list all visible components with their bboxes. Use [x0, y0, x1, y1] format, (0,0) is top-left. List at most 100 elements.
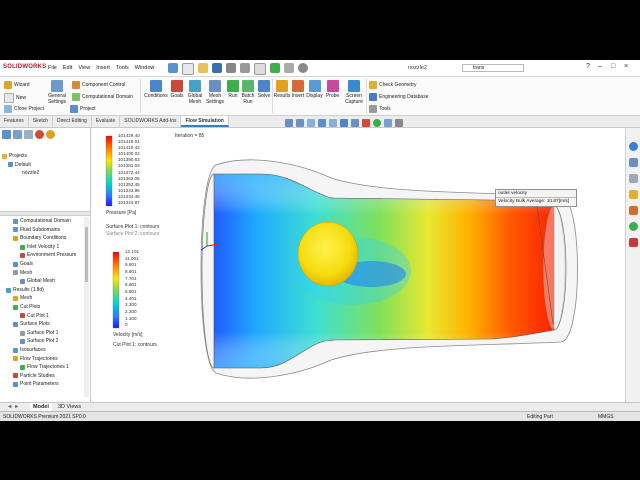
tree-item[interactable]: Point Parameters [2, 380, 76, 389]
options-gear-icon[interactable] [298, 63, 308, 73]
tab-features[interactable]: Features [0, 116, 29, 127]
file-properties-icon[interactable] [284, 63, 294, 73]
display-button[interactable]: Display [306, 80, 323, 99]
tree-item-default[interactable]: Default [2, 161, 39, 170]
scroll-arrows-icon[interactable]: ◄ ► [4, 403, 22, 411]
new-project-button[interactable]: New [4, 93, 26, 103]
tree-item[interactable]: Flow Trajectories [2, 355, 76, 364]
tree-item[interactable]: Surface Plot 2 [2, 337, 76, 346]
tools-button[interactable]: Tools [369, 105, 391, 113]
insert-button[interactable]: Insert [291, 80, 305, 99]
tree-item[interactable]: Boundary Conditions [2, 234, 76, 243]
appearances-icon[interactable] [629, 222, 638, 231]
global-mesh-button[interactable]: Global Mesh [186, 80, 204, 105]
menu-insert[interactable]: Insert [96, 65, 110, 71]
select-arrow-icon[interactable] [254, 63, 266, 75]
tab-model[interactable]: Model [30, 403, 52, 411]
hide-show-icon[interactable] [362, 119, 370, 127]
tree-item[interactable]: Flow Trajectories 1 [2, 363, 76, 372]
tree-item-projects[interactable]: Projects [2, 152, 39, 161]
menu-window[interactable]: Window [135, 65, 155, 71]
tab-flow-simulation[interactable]: Flow Simulation [181, 116, 229, 127]
menu-edit[interactable]: Edit [63, 65, 72, 71]
run-button[interactable]: Run [227, 80, 239, 99]
engineering-database-button[interactable]: Engineering Database [369, 93, 428, 101]
probe-button[interactable]: Probe [324, 80, 341, 99]
zoom-area-icon[interactable] [296, 119, 304, 127]
graphics-viewport[interactable]: Iteration = 85 101429.40 101419.01 10141… [91, 128, 625, 402]
home-icon[interactable] [629, 158, 638, 167]
tree-item[interactable]: Cut Plot 1 [2, 312, 76, 321]
file-explorer-icon[interactable] [629, 190, 638, 199]
tab-3d-views[interactable]: 3D Views [55, 403, 84, 411]
tree-item[interactable]: Inlet Velocity 1 [2, 243, 76, 252]
tree-item[interactable]: Particle Studies [2, 372, 76, 381]
print-icon[interactable] [226, 63, 236, 73]
close-icon[interactable]: × [624, 63, 628, 70]
edit-appearance-icon[interactable] [373, 119, 381, 127]
conditions-button[interactable]: Conditions [144, 80, 168, 99]
zoom-to-fit-icon[interactable] [285, 119, 293, 127]
tab-solidworks-add-ins[interactable]: SOLIDWORKS Add-Ins [120, 116, 182, 127]
view-orientation-icon[interactable] [340, 119, 348, 127]
tree-item[interactable]: Results (1.fld) [2, 286, 76, 295]
open-folder-icon[interactable] [198, 63, 208, 73]
tree-item[interactable]: Surface Plot 1 [2, 329, 76, 338]
tree-item[interactable]: Mesh [2, 269, 76, 278]
batch-run-button[interactable]: Batch Run [240, 80, 256, 105]
tree-item-nozzle2[interactable]: nozzle2 [2, 169, 39, 178]
solve-button[interactable]: Solve [257, 80, 271, 99]
section-view-icon[interactable] [318, 119, 326, 127]
tab-direct-editing[interactable]: Direct Editing [53, 116, 92, 127]
custom-properties-icon[interactable] [629, 238, 638, 247]
display-manager-icon[interactable] [46, 130, 55, 139]
tree-scrollbar[interactable] [84, 217, 89, 397]
flow-analysis-icon[interactable] [35, 130, 44, 139]
status-units[interactable]: MMGS [598, 414, 614, 420]
tree-item[interactable]: Isosurfaces [2, 346, 76, 355]
wizard-button[interactable]: Wizard [4, 81, 30, 89]
tree-item[interactable]: Mesh [2, 294, 76, 303]
goals-button[interactable]: Goals [169, 80, 185, 99]
tree-item[interactable]: Fluid Subdomains [2, 226, 76, 235]
rebuild-icon[interactable] [270, 63, 280, 73]
tree-item[interactable]: Goals [2, 260, 76, 269]
tree-item[interactable]: Cut Plots [2, 303, 76, 312]
menu-file[interactable]: File [48, 65, 57, 71]
panel-splitter[interactable] [0, 211, 90, 216]
minimize-icon[interactable]: – [598, 63, 602, 70]
new-document-icon[interactable] [182, 63, 194, 75]
solidworks-resources-icon[interactable] [629, 142, 638, 151]
tree-item[interactable]: Environment Pressure [2, 251, 76, 260]
project-button[interactable]: Project [70, 105, 96, 113]
undo-icon[interactable] [240, 63, 250, 73]
results-button[interactable]: Results [274, 80, 290, 99]
screen-capture-button[interactable]: Screen Capture [343, 80, 365, 105]
check-geometry-button[interactable]: Check Geometry [369, 81, 417, 89]
search-input[interactable]: trans [462, 64, 524, 72]
tree-item[interactable]: Global Mesh [2, 277, 76, 286]
design-library-icon[interactable] [629, 174, 638, 183]
view-palette-icon[interactable] [629, 206, 638, 215]
tree-item[interactable]: Computational Domain [2, 217, 76, 226]
configuration-icon[interactable] [24, 130, 33, 139]
goal-callout[interactable]: outlet velocity Velocity Bulk Average: 1… [495, 189, 577, 207]
scene-icon[interactable] [384, 119, 392, 127]
view-settings-icon[interactable] [395, 119, 403, 127]
mesh-settings-button[interactable]: Mesh Settings [205, 80, 225, 105]
general-settings-button[interactable]: General Settings [46, 80, 68, 105]
tab-sketch[interactable]: Sketch [29, 116, 54, 127]
display-style-icon[interactable] [351, 119, 359, 127]
previous-view-icon[interactable] [307, 119, 315, 127]
maximize-icon[interactable]: □ [611, 63, 615, 70]
computational-domain-button[interactable]: Computational Domain [72, 93, 133, 101]
property-manager-icon[interactable] [13, 130, 22, 139]
menu-tools[interactable]: Tools [116, 65, 129, 71]
tree-item[interactable]: Surface Plots [2, 320, 76, 329]
dynamic-annotation-icon[interactable] [329, 119, 337, 127]
component-control-button[interactable]: Component Control [72, 81, 125, 89]
menu-view[interactable]: View [78, 65, 90, 71]
help-icon[interactable]: ? [586, 63, 590, 70]
tab-evaluate[interactable]: Evaluate [92, 116, 121, 127]
save-icon[interactable] [212, 63, 222, 73]
